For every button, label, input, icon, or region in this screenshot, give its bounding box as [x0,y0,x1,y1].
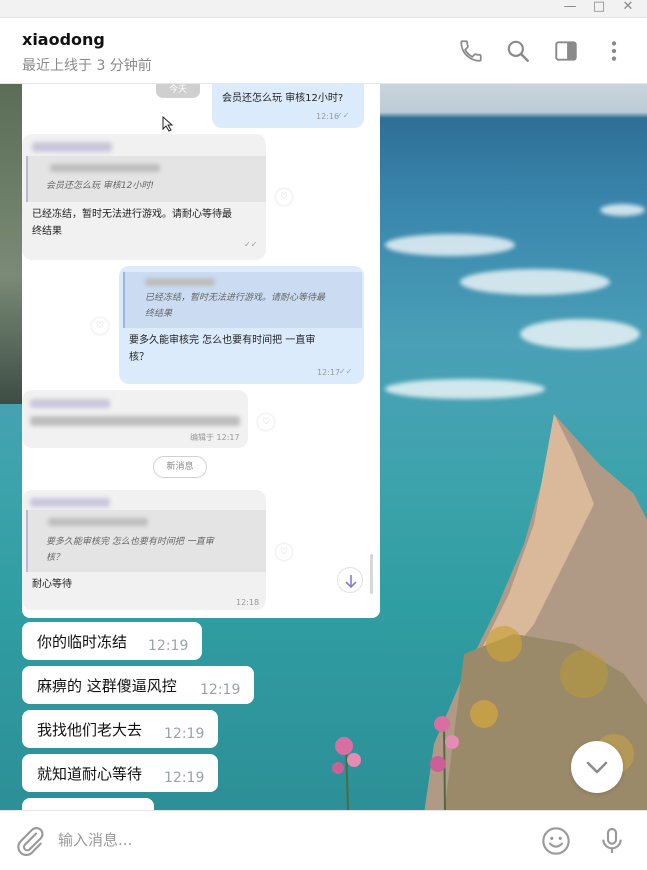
wallpaper-surf [600,204,645,216]
screenshot-outgoing-message: 已经冻结，暂时无法进行游戏。请耐心等待最 终结果 要多久能审核完 怎么也要有时间… [119,266,364,384]
wallpaper-surf [385,234,515,256]
message-text-line: 已经冻结，暂时无法进行游戏。请耐心等待最 [32,209,232,220]
quote-text-line: 终结果 [145,309,173,319]
reply-quote: 会员还怎么玩 审核12小时! [26,156,266,202]
arrow-down-icon [345,575,357,589]
more-vertical-icon[interactable] [601,38,627,64]
incoming-message[interactable]: 你的临时冻结 12:19 [22,622,202,660]
message-text: 你的临时冻结 [37,633,128,651]
blurred-quote-author [50,164,160,172]
wallpaper-flowers [430,716,459,810]
cursor-icon [162,116,174,132]
screenshot-incoming-message: 要多久能审核完 怎么也要有时间把 一直审 核？ 耐心等待 12:18 [22,490,266,610]
quote-text-line: 要多久能审核完 怎么也要有时间把 一直审 [46,537,214,547]
chat-name[interactable]: xiaodong [22,30,105,49]
message-time: 12:19 [164,770,205,786]
screenshot-incoming-message: 编辑于 12:17 [22,390,248,448]
last-seen-status: 最近上线于 3 分钟前 [22,58,152,74]
microphone-icon[interactable] [596,825,628,857]
message-edited-time: 编辑于 12:17 [190,433,240,442]
reply-quote: 要多久能审核完 怎么也要有时间把 一直审 核？ [26,510,266,572]
blurred-message-text [30,416,240,426]
read-check-icon: ✓✓ [336,111,350,120]
wallpaper-flowers [332,737,361,810]
message-input[interactable] [58,825,518,855]
message-input-bar [0,810,647,870]
chevron-down-icon [586,761,608,774]
phone-icon[interactable] [458,38,484,64]
message-text: 麻痹的 这群傻逼风控 [37,677,177,695]
message-time: 12:19 [200,682,241,698]
screenshot-incoming-message: 会员还怎么玩 审核12小时! 已经冻结，暂时无法进行游戏。请耐心等待最 终结果 … [22,134,266,260]
blurred-sender [30,399,110,408]
attach-icon[interactable] [14,825,46,857]
quote-text-line: 已经冻结，暂时无法进行游戏。请耐心等待最 [145,293,326,303]
reaction-heart-icon[interactable]: ♡ [276,544,292,560]
message-text: 就知道耐心等待 [37,765,143,783]
incoming-message[interactable]: 麻痹的 这群傻逼风控 12:19 [22,666,254,704]
reply-quote: 已经冻结，暂时无法进行游戏。请耐心等待最 终结果 [123,272,362,328]
message-time: 12:18 [236,598,260,607]
sidebar-toggle-icon[interactable] [553,38,579,64]
close-button[interactable]: ✕ [614,0,642,18]
emoji-icon[interactable] [540,825,572,857]
chat-header: xiaodong 最近上线于 3 分钟前 [0,18,647,84]
message-time: 12:19 [164,726,205,742]
screenshot-outgoing-message: 会员还怎么玩 审核12小时? 12:16 ✓✓ [212,84,364,128]
wallpaper-surf [520,319,640,349]
reaction-heart-icon[interactable]: ♡ [92,318,108,334]
reaction-heart-icon[interactable]: ♡ [276,189,292,205]
read-check-icon: ✓✓ [244,240,258,249]
new-messages-divider: 新消息 [153,456,207,478]
reaction-heart-icon[interactable]: ♡ [258,414,274,430]
quote-text-line: 核？ [46,553,65,563]
wallpaper-surf [460,269,610,295]
window-titlebar: — □ ✕ [0,0,647,18]
blurred-sender [32,142,112,152]
screenshot-scrollbar [370,554,373,594]
message-text: 耐心等待 [32,579,72,590]
message-text-line: 核？ [129,352,149,363]
minimize-button[interactable]: — [556,0,584,18]
screenshot-scroll-down-button [337,567,363,593]
embedded-screenshot[interactable]: 今天 会员还怎么玩 审核12小时? 12:16 ✓✓ 会员还怎么玩 审核12小时… [22,84,380,618]
message-text-line: 终结果 [32,226,62,237]
search-icon[interactable] [505,38,531,64]
date-label: 今天 [156,84,200,98]
scroll-to-bottom-button[interactable] [571,741,623,793]
read-check-icon: ✓✓ [339,367,353,376]
message-text: 会员还怎么玩 审核12小时? [222,93,344,104]
wallpaper-surf [385,379,545,399]
blurred-quote-author [48,518,148,526]
message-text-line: 要多久能审核完 怎么也要有时间把 一直审 [129,335,316,346]
quote-text: 会员还怎么玩 审核12小时! [46,181,154,191]
incoming-message-partial[interactable] [22,798,154,810]
incoming-message[interactable]: 我找他们老大去 12:19 [22,710,218,748]
message-time: 12:17 [317,368,341,377]
message-text: 我找他们老大去 [37,721,143,739]
blurred-sender [30,498,110,507]
blurred-quote-author [145,278,215,286]
incoming-message[interactable]: 就知道耐心等待 12:19 [22,754,218,792]
message-time: 12:19 [148,638,189,654]
maximize-button[interactable]: □ [585,0,613,18]
